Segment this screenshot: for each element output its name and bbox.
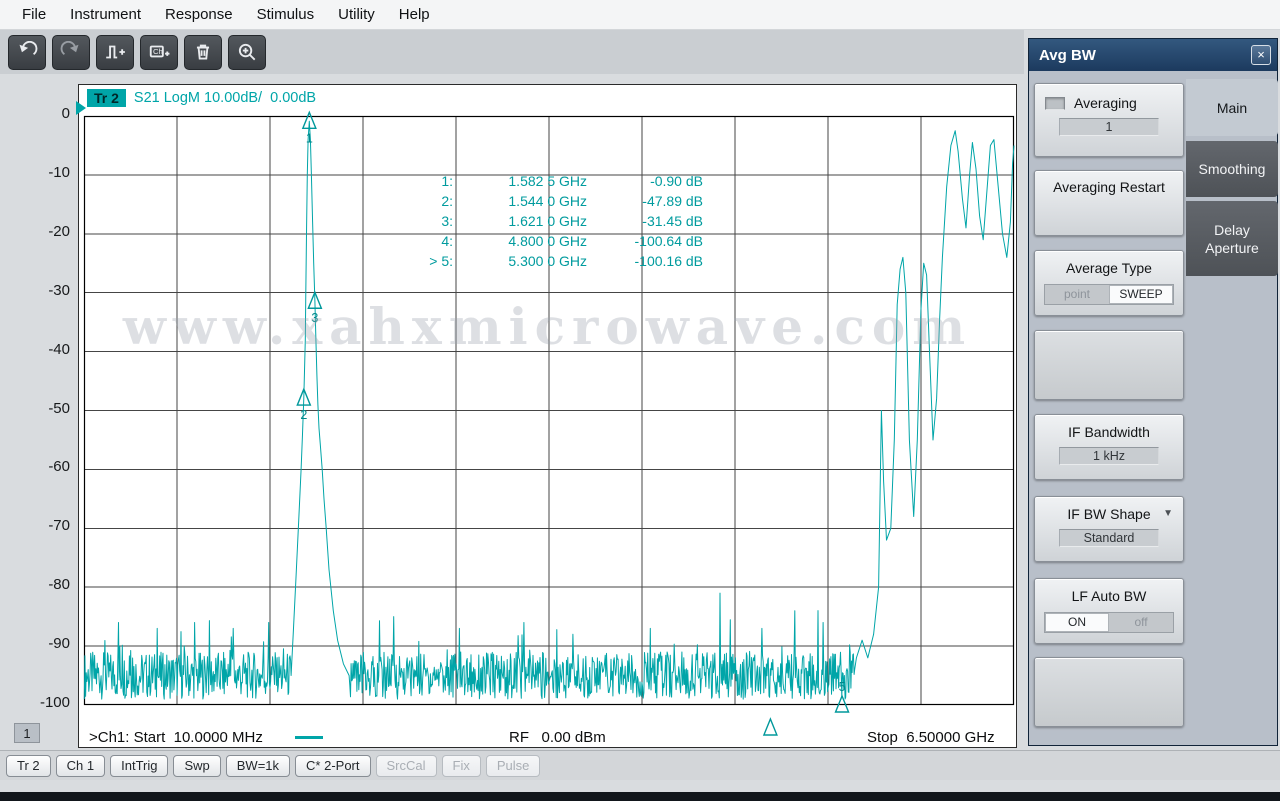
- toolbar: Ch: [0, 30, 1024, 74]
- reference-level-marker-icon[interactable]: [76, 101, 86, 115]
- status-trigger-button[interactable]: IntTrig: [110, 754, 169, 777]
- lf-auto-bw-on-option[interactable]: ON: [1045, 613, 1109, 632]
- averaging-count-field[interactable]: 1: [1059, 118, 1159, 136]
- status-sweep-button[interactable]: Swp: [173, 754, 221, 777]
- y-axis-tick: -90: [48, 635, 70, 653]
- averaging-toggle-indicator: [1045, 96, 1065, 110]
- tab-smoothing[interactable]: Smoothing: [1186, 141, 1278, 197]
- menu-help[interactable]: Help: [387, 6, 442, 23]
- marker-5-number: 5: [839, 680, 846, 694]
- add-trace-button[interactable]: [96, 34, 134, 70]
- status-pulse-button: Pulse: [485, 754, 541, 777]
- menu-utility[interactable]: Utility: [326, 6, 387, 23]
- average-type-label: Average Type: [1066, 260, 1152, 276]
- redo-icon: [60, 41, 79, 55]
- marker-readout-table: 1: 1.582 5 GHz -0.90 dB 2: 1.544 0 GHz -47.89…: [409, 171, 703, 271]
- y-axis-tick: -100: [39, 694, 70, 711]
- y-axis-tick: 0: [61, 105, 70, 122]
- lf-auto-bw-label: LF Auto BW: [1071, 588, 1147, 604]
- channel-start-label: >Ch1: Start 10.0000 MHz: [89, 729, 263, 746]
- status-cal-button[interactable]: C* 2-Port: [295, 754, 371, 777]
- channel-number-badge[interactable]: 1: [14, 723, 40, 743]
- y-axis-labels: 0 -10 -20 -30 -40 -50 -60 -70 -80 -90 -100: [28, 84, 74, 756]
- average-type-button[interactable]: Average Type point SWEEP: [1034, 250, 1184, 316]
- blank-softkey-1: [1034, 330, 1184, 400]
- panel-controls: Averaging 1 Averaging Restart Average Ty…: [1034, 83, 1184, 727]
- menu-instrument[interactable]: Instrument: [58, 6, 153, 23]
- trace-format-label: S21 LogM 10.00dB/ 0.00dB: [133, 90, 317, 106]
- average-type-segmented: point SWEEP: [1044, 284, 1174, 305]
- chart-window: Tr 2 S21 LogM 10.00dB/ 0.00dB 1235 www.x…: [76, 84, 1017, 748]
- zoom-in-icon: [238, 43, 256, 61]
- averaging-button[interactable]: Averaging 1: [1034, 83, 1184, 157]
- status-fix-button: Fix: [441, 754, 481, 777]
- if-bw-shape-label: IF BW Shape: [1067, 506, 1151, 522]
- marker-2-number: 2: [300, 408, 307, 422]
- averaging-restart-label: Averaging Restart: [1053, 179, 1165, 195]
- tab-main[interactable]: Main: [1186, 79, 1278, 136]
- averaging-label: Averaging: [1074, 95, 1137, 111]
- marker-readout-row: 2: 1.544 0 GHz -47.89 dB: [441, 193, 703, 209]
- chart-footer: >Ch1: Start 10.0000 MHz RF 0.00 dBm Stop…: [85, 729, 1010, 747]
- if-bw-shape-button[interactable]: IF BW Shape ▼ Standard: [1034, 496, 1184, 562]
- menu-stimulus[interactable]: Stimulus: [245, 6, 327, 23]
- y-axis-tick: -20: [48, 222, 70, 240]
- delete-button[interactable]: [184, 34, 222, 70]
- undo-icon: [19, 41, 38, 55]
- status-srccal-button: SrcCal: [375, 754, 437, 777]
- delete-icon: [196, 44, 210, 60]
- average-type-sweep-option[interactable]: SWEEP: [1109, 285, 1173, 304]
- if-bandwidth-value[interactable]: 1 kHz: [1059, 447, 1159, 465]
- y-axis-tick: -50: [48, 399, 70, 417]
- marker-readout-row: 4: 4.800 0 GHz -100.64 dB: [441, 233, 703, 249]
- menu-bar: File Instrument Response Stimulus Utilit…: [0, 0, 1280, 30]
- stop-frequency-label: Stop 6.50000 GHz: [867, 729, 995, 746]
- trace-badge[interactable]: Tr 2: [87, 89, 126, 107]
- avg-bw-panel: Avg BW × Averaging 1 Averaging Restart A…: [1028, 38, 1278, 746]
- redo-button[interactable]: [52, 34, 90, 70]
- if-bandwidth-button[interactable]: IF Bandwidth 1 kHz: [1034, 414, 1184, 480]
- menu-response[interactable]: Response: [153, 6, 245, 23]
- add-channel-button[interactable]: Ch: [140, 34, 178, 70]
- y-axis-tick: -30: [48, 281, 70, 299]
- status-channel-button[interactable]: Ch 1: [55, 754, 106, 777]
- add-channel-icon: Ch: [149, 45, 170, 58]
- marker-3-number: 3: [311, 311, 318, 325]
- trace-color-swatch: [295, 736, 323, 739]
- y-axis-tick: -70: [48, 517, 70, 535]
- status-bandwidth-button[interactable]: BW=1k: [225, 754, 291, 777]
- menu-file[interactable]: File: [10, 6, 58, 23]
- status-trace-button[interactable]: Tr 2: [6, 754, 51, 777]
- window-bottom-edge: [0, 792, 1280, 801]
- zoom-in-button[interactable]: [228, 34, 266, 70]
- marker-1-number: 1: [306, 131, 313, 145]
- averaging-restart-button[interactable]: Averaging Restart: [1034, 170, 1184, 236]
- blank-softkey-2: [1034, 657, 1184, 727]
- svg-text:Ch: Ch: [153, 47, 163, 56]
- lf-auto-bw-segmented: ON off: [1044, 612, 1174, 633]
- status-bar: Tr 2 Ch 1 IntTrig Swp BW=1k C* 2-Port Sr…: [0, 750, 1280, 780]
- vna-application: { "menu": { "items": ["File", "Instrumen…: [0, 0, 1280, 801]
- marker-readout-row: 3: 1.621 0 GHz -31.45 dB: [441, 213, 703, 229]
- panel-title: Avg BW: [1039, 46, 1096, 64]
- lf-auto-bw-button[interactable]: LF Auto BW ON off: [1034, 578, 1184, 644]
- marker-readout-row: > 5: 5.300 0 GHz -100.16 dB: [429, 253, 703, 269]
- tab-delay-aperture[interactable]: Delay Aperture: [1186, 201, 1278, 276]
- y-axis-tick: -40: [48, 340, 70, 358]
- y-axis-tick: -80: [48, 576, 70, 594]
- y-axis-tick: -60: [48, 458, 70, 476]
- average-type-point-option[interactable]: point: [1045, 285, 1109, 304]
- if-bandwidth-label: IF Bandwidth: [1068, 424, 1150, 440]
- rf-power-label: RF 0.00 dBm: [509, 729, 606, 746]
- lf-auto-bw-off-option[interactable]: off: [1109, 613, 1173, 632]
- if-bw-shape-value[interactable]: Standard: [1059, 529, 1159, 547]
- y-axis-tick: -10: [48, 163, 70, 181]
- marker-readout-row: 1: 1.582 5 GHz -0.90 dB: [441, 173, 703, 189]
- undo-button[interactable]: [8, 34, 46, 70]
- panel-tabs: Main Smoothing Delay Aperture: [1186, 39, 1278, 745]
- add-trace-icon: [106, 45, 125, 59]
- trace-header: Tr 2 S21 LogM 10.00dB/ 0.00dB: [87, 87, 316, 109]
- dropdown-caret-icon: ▼: [1163, 508, 1173, 519]
